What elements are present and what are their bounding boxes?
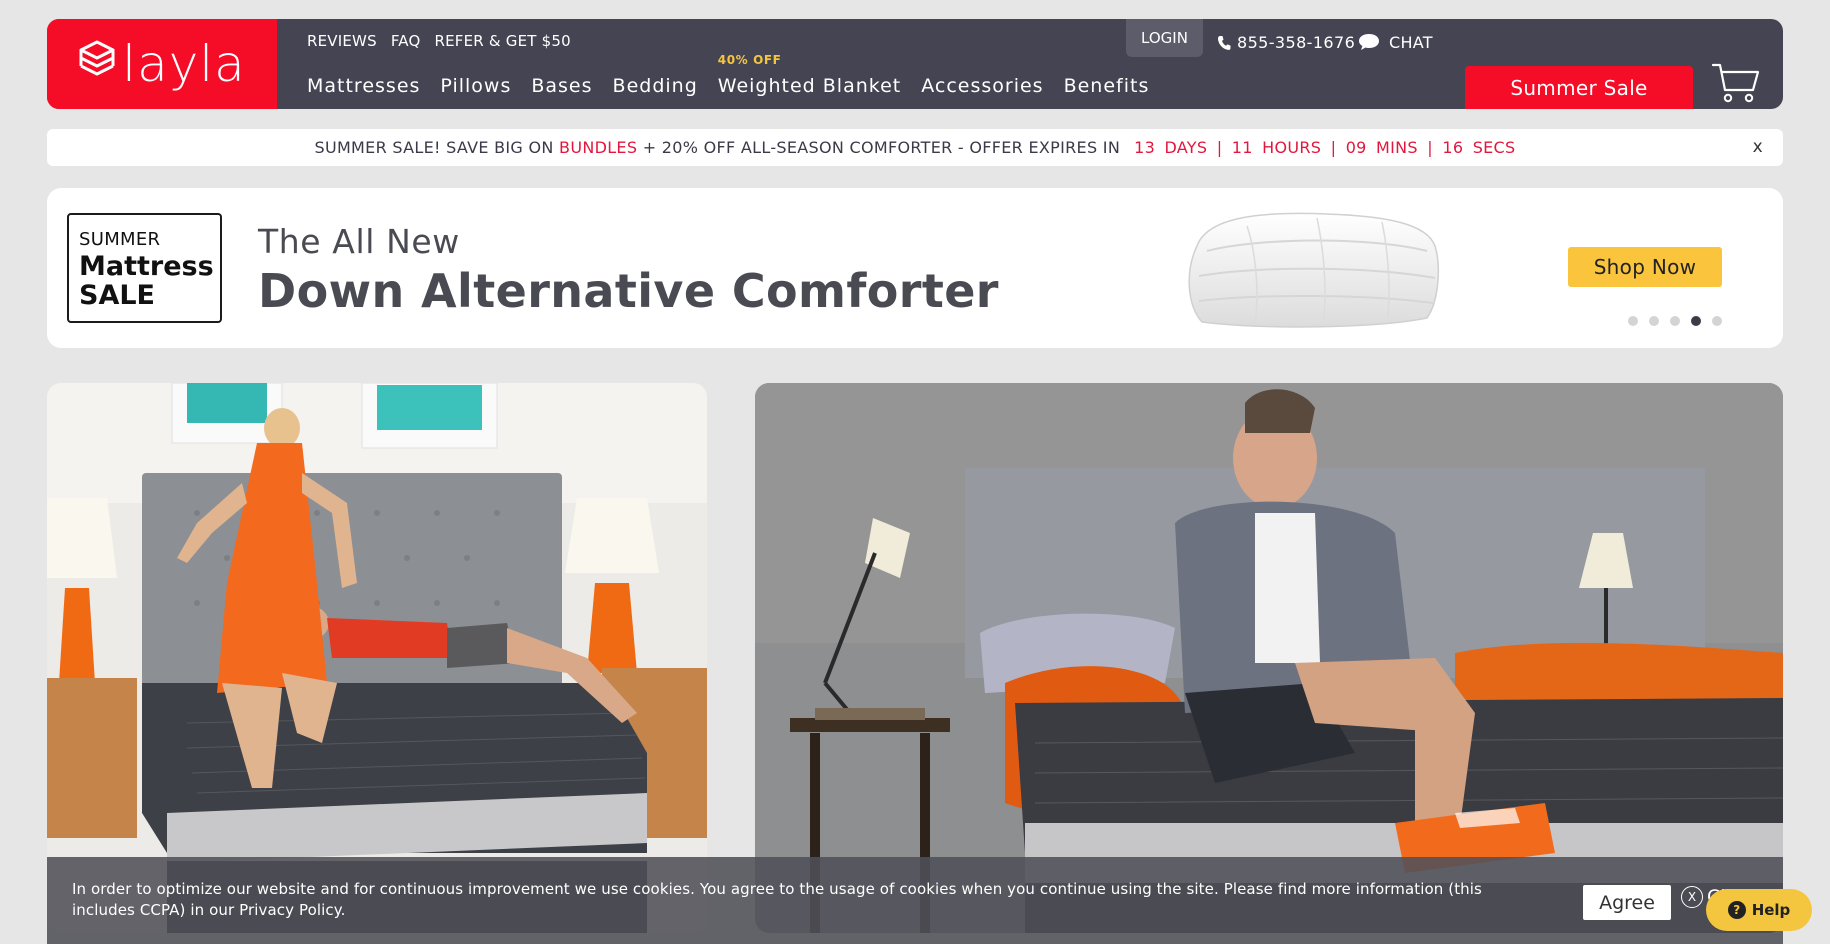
announce-text: SUMMER SALE! SAVE BIG ON xyxy=(314,138,554,157)
hero-image-couple[interactable] xyxy=(47,383,707,933)
summer-sale-badge: SUMMER Mattress SALE xyxy=(67,213,222,323)
cookie-agree-button[interactable]: Agree xyxy=(1583,885,1671,920)
reviews-link[interactable]: REVIEWS xyxy=(307,32,377,50)
carousel-dots xyxy=(1628,316,1722,326)
bedroom-photo xyxy=(755,383,1783,933)
bedroom-photo xyxy=(47,383,707,933)
bundles-link[interactable]: BUNDLES xyxy=(559,138,637,157)
help-icon: ? xyxy=(1727,901,1746,919)
nav-label: Weighted Blanket xyxy=(717,75,902,97)
close-icon: X xyxy=(1681,886,1703,908)
carousel-dot[interactable] xyxy=(1670,316,1680,326)
announce-text-2: + 20% OFF ALL-SEASON COMFORTER - OFFER E… xyxy=(642,138,1121,157)
cart-icon[interactable] xyxy=(1711,62,1761,104)
layla-logo-icon xyxy=(79,40,115,76)
badge-line1: SUMMER xyxy=(79,229,161,250)
badge-line2: Mattress xyxy=(79,251,214,282)
nav-label: Accessories xyxy=(921,75,1044,97)
help-label: Help xyxy=(1751,901,1791,919)
comforter-image xyxy=(1188,212,1440,328)
carousel-dot-active[interactable] xyxy=(1691,316,1701,326)
carousel-dot[interactable] xyxy=(1712,316,1722,326)
help-button[interactable]: ? Help xyxy=(1706,889,1812,931)
phone-number: 855-358-1676 xyxy=(1237,33,1356,52)
phone-icon xyxy=(1218,35,1231,50)
nav-label: Bedding xyxy=(612,75,698,97)
nav-benefits[interactable]: Benefits xyxy=(1064,75,1150,97)
nav-label: Bases xyxy=(531,75,593,97)
shop-now-button[interactable]: Shop Now xyxy=(1568,247,1722,287)
nav-bedding[interactable]: Bedding xyxy=(613,75,698,97)
nav-label: Mattresses xyxy=(307,75,421,97)
login-button[interactable]: LOGIN xyxy=(1126,19,1203,57)
nav-label: Pillows xyxy=(440,75,512,97)
phone-link[interactable]: 855-358-1676 xyxy=(1217,33,1355,52)
summer-sale-button[interactable]: Summer Sale xyxy=(1465,66,1693,109)
cookie-banner: In order to optimize our website and for… xyxy=(47,857,1783,944)
promo-tag: 40% OFF xyxy=(717,53,782,67)
nav-label: Benefits xyxy=(1063,75,1150,97)
nav-accessories[interactable]: Accessories xyxy=(921,75,1043,97)
banner-subtitle: The All New xyxy=(258,222,460,261)
cookie-text[interactable]: In order to optimize our website and for… xyxy=(72,879,1542,921)
brand-name: layla xyxy=(122,35,246,93)
nav-weighted-blanket[interactable]: 40% OFF Weighted Blanket xyxy=(717,53,902,97)
chat-link[interactable]: CHAT xyxy=(1357,32,1433,52)
faq-link[interactable]: FAQ xyxy=(391,32,421,50)
chat-label: CHAT xyxy=(1389,32,1433,52)
carousel-dot[interactable] xyxy=(1649,316,1659,326)
brand-logo[interactable]: layla xyxy=(47,19,277,109)
announce-close-button[interactable]: x xyxy=(1753,137,1763,157)
nav-bases[interactable]: Bases xyxy=(531,75,592,97)
badge-line3: SALE xyxy=(79,280,155,311)
carousel-dot[interactable] xyxy=(1628,316,1638,326)
banner-title: Down Alternative Comforter xyxy=(258,264,999,318)
hero-image-man[interactable] xyxy=(755,383,1783,933)
announcement-bar: SUMMER SALE! SAVE BIG ON BUNDLES + 20% O… xyxy=(47,129,1783,166)
countdown-timer: 13 DAYS | 11 HOURS | 09 MINS | 16 SECS xyxy=(1134,138,1516,157)
refer-link[interactable]: REFER & GET $50 xyxy=(434,32,570,50)
main-nav: Mattresses Pillows Bases Bedding 40% OFF… xyxy=(307,53,1150,97)
chat-bubble-icon xyxy=(1359,34,1379,50)
utility-nav: REVIEWS FAQ REFER & GET $50 xyxy=(307,32,571,50)
promo-banner[interactable]: SUMMER Mattress SALE The All New Down Al… xyxy=(47,188,1783,348)
nav-pillows[interactable]: Pillows xyxy=(440,75,511,97)
nav-mattresses[interactable]: Mattresses xyxy=(307,75,420,97)
site-header: layla REVIEWS FAQ REFER & GET $50 Mattre… xyxy=(47,19,1783,109)
